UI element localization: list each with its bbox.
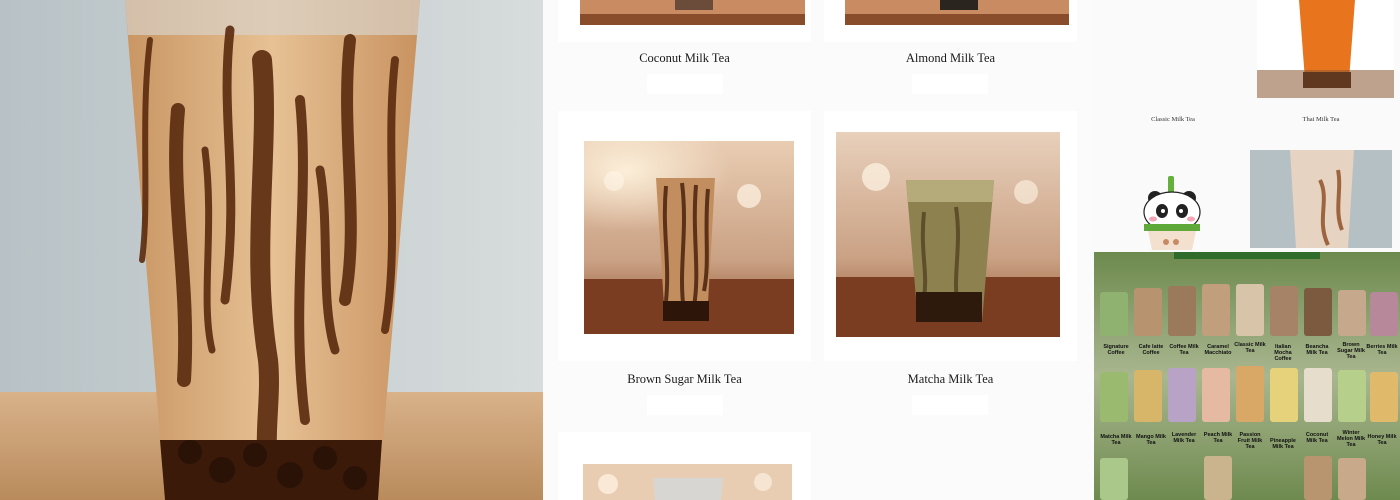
menu-item-label: Pineapple Milk Tea [1270,438,1296,450]
panda-mascot-logo [1143,176,1201,250]
product-card[interactable] [558,111,811,361]
menu-item-label: Beancha Milk Tea [1305,344,1329,356]
add-to-cart-button[interactable] [912,74,988,94]
menu-item-label: Winter Melon Milk Tea [1336,430,1366,448]
product-grid: Coconut Milk Tea Almond Milk Tea Brown S… [543,0,1093,500]
product-title[interactable]: Thai Milk Tea [1281,116,1361,123]
menu-item-label: Lavender Milk Tea [1171,432,1197,444]
menu-item-label: Signature Coffee [1103,344,1129,356]
product-title[interactable]: Matcha Milk Tea [824,372,1077,387]
menu-item-label: Passion Fruit Milk Tea [1237,432,1263,450]
menu-item-label: Honey Milk Tea [1367,434,1397,446]
menu-poster: Signature Coffee Cafe latte Coffee Coffe… [1094,252,1400,500]
product-image [584,141,794,334]
menu-poster-art [1094,252,1400,500]
menu-item-label: Italian Mocha Coffee [1274,344,1292,362]
add-to-cart-button[interactable] [912,395,988,415]
menu-item-label: Mango Milk Tea [1136,434,1166,446]
menu-item-label: Coffee Milk Tea [1169,344,1199,356]
add-to-cart-button[interactable] [647,74,723,94]
product-title[interactable]: Brown Sugar Milk Tea [558,372,811,387]
product-image [580,0,805,25]
product-image [583,464,792,500]
product-title[interactable]: Coconut Milk Tea [558,51,811,66]
product-title[interactable]: Classic Milk Tea [1133,116,1213,123]
menu-item-label: Berries Milk Tea [1366,344,1398,356]
menu-item-label: Matcha Milk Tea [1100,434,1132,446]
menu-item-label: Coconut Milk Tea [1305,432,1329,444]
product-image [836,132,1060,337]
product-image [845,0,1069,25]
menu-item-label: Caramel Macchiato [1204,344,1232,356]
product-card[interactable] [558,0,811,42]
product-title[interactable]: Almond Milk Tea [824,51,1077,66]
hero-image [0,0,543,500]
menu-item-label: Peach Milk Tea [1203,432,1233,444]
side-panel: Classic Milk Tea Thai Milk Tea Signature… [1093,0,1400,500]
menu-item-label: Brown Sugar Milk Tea [1337,342,1365,360]
product-image[interactable] [1250,150,1392,248]
add-to-cart-button[interactable] [647,395,723,415]
product-card[interactable] [824,0,1077,42]
product-card[interactable] [558,432,811,500]
menu-item-label: Cafe latte Coffee [1138,344,1164,356]
product-card[interactable] [824,111,1077,361]
menu-item-label: Classic Milk Tea [1234,342,1266,354]
product-image[interactable] [1257,0,1394,98]
